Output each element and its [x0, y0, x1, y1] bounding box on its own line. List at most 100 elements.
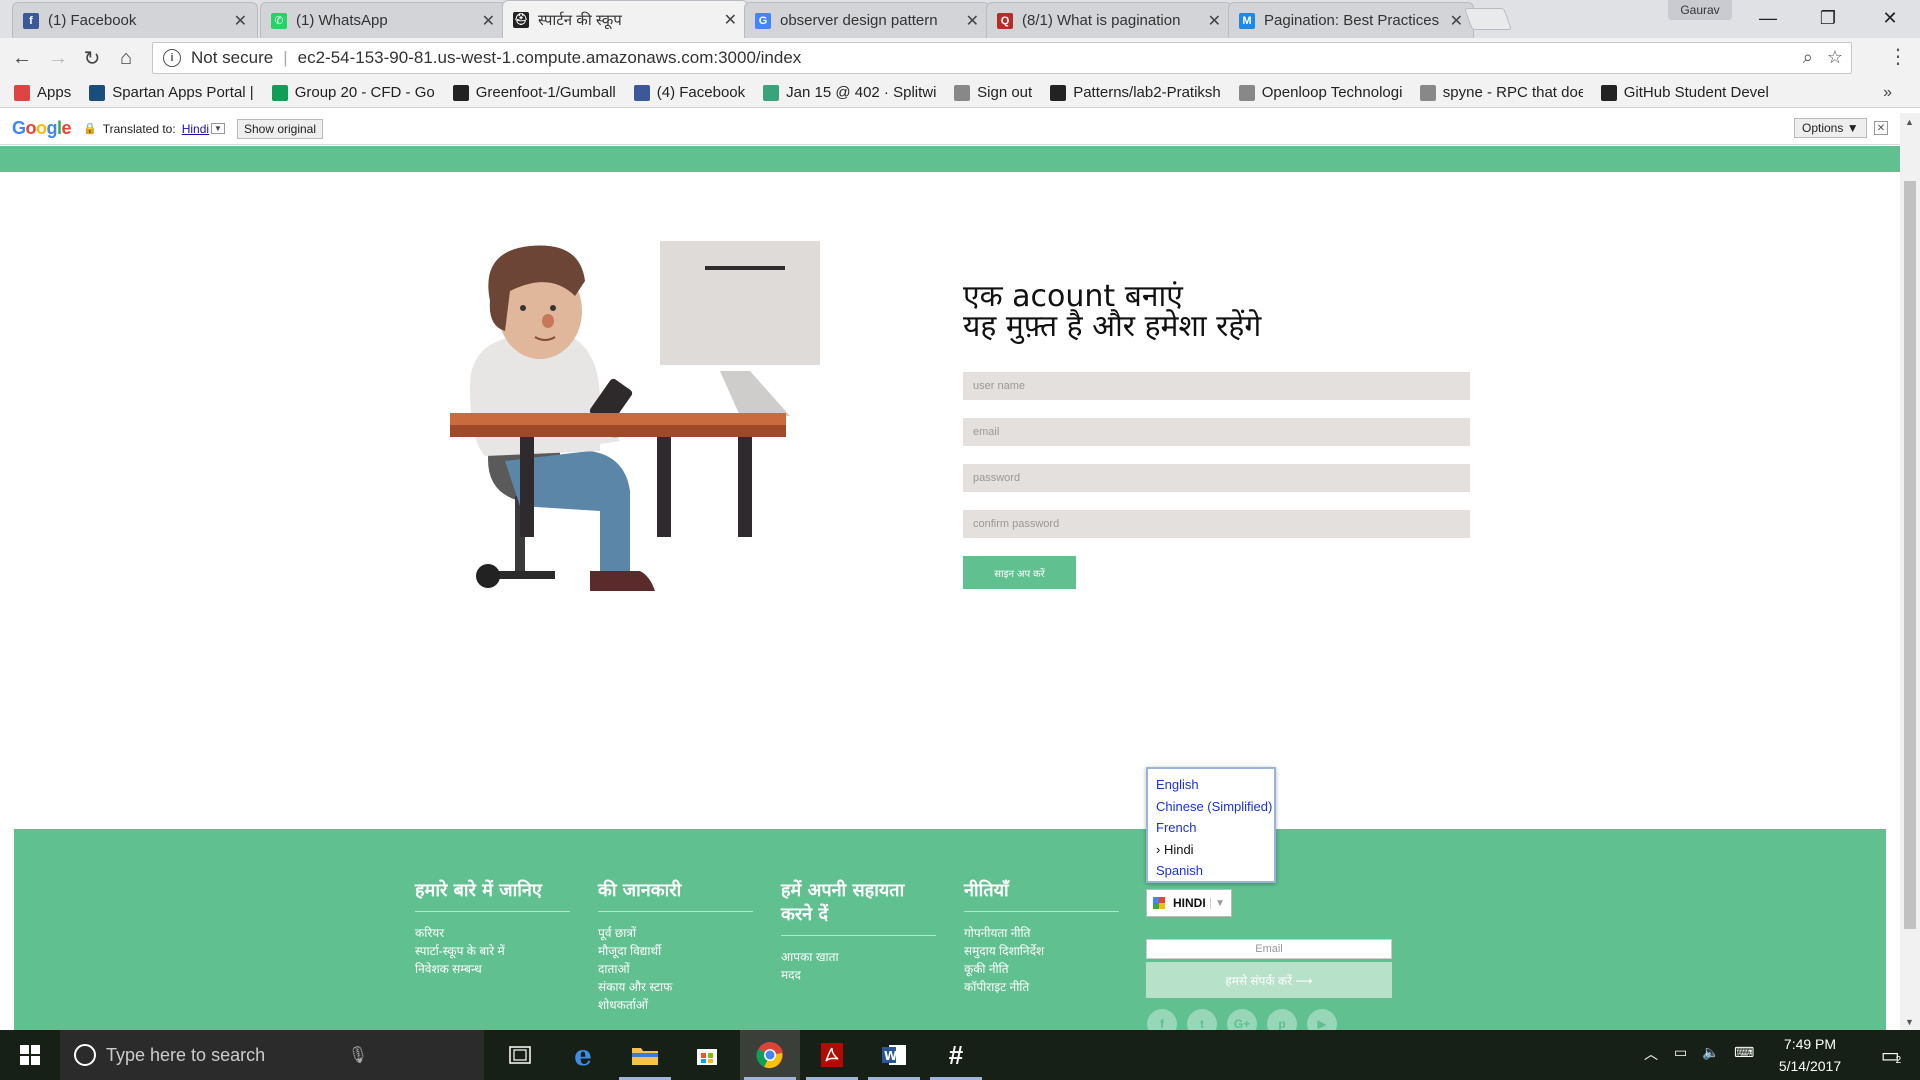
new-tab-button[interactable]: [1463, 8, 1513, 30]
browser-tab[interactable]: ✆ (1) WhatsApp ✕: [260, 2, 506, 38]
language-select[interactable]: HINDI ▼: [1146, 889, 1232, 917]
language-option[interactable]: Spanish: [1156, 860, 1274, 882]
url-separator: |: [283, 48, 288, 67]
microphone-icon[interactable]: 🎙: [348, 1045, 368, 1065]
home-icon[interactable]: ⌂: [112, 44, 140, 72]
close-icon[interactable]: ✕: [1874, 121, 1888, 135]
confirm-password-field[interactable]: confirm password: [963, 510, 1470, 538]
twitter-icon[interactable]: t: [1187, 1009, 1217, 1030]
password-field[interactable]: password: [963, 464, 1470, 492]
zoom-icon[interactable]: ⌕: [1803, 47, 1813, 68]
tab-close-icon[interactable]: ✕: [482, 11, 495, 31]
minimize-icon[interactable]: —: [1740, 0, 1796, 36]
tab-close-icon[interactable]: ✕: [966, 11, 979, 31]
bookmark-item[interactable]: Patterns/lab2-Pratiksh: [1050, 84, 1221, 101]
address-bar[interactable]: i Not secure | ec2-54-153-90-81.us-west-…: [152, 42, 1852, 74]
bookmark-item[interactable]: Greenfoot-1/Gumball: [452, 84, 616, 101]
slack-icon[interactable]: #: [926, 1030, 986, 1080]
footer-link[interactable]: पूर्व छात्रों: [598, 924, 753, 942]
bookmark-star-icon[interactable]: ☆: [1827, 47, 1843, 68]
volume-icon[interactable]: 🔈: [1702, 1044, 1719, 1061]
store-icon[interactable]: [677, 1030, 737, 1080]
newsletter-email-field[interactable]: Email: [1146, 939, 1392, 959]
footer-link[interactable]: गोपनीयता नीति: [964, 924, 1119, 942]
taskbar-clock[interactable]: 7:49 PM 5/14/2017: [1760, 1033, 1860, 1077]
forward-icon[interactable]: →: [44, 44, 72, 72]
page-scrollbar[interactable]: ▲ ▼: [1900, 113, 1920, 1030]
chevron-down-icon[interactable]: ▼: [211, 123, 225, 134]
browser-tab[interactable]: Gobserver design pattern ✕: [744, 2, 990, 38]
monitor-line: [705, 266, 785, 270]
word-icon[interactable]: W: [864, 1030, 924, 1080]
footer-link[interactable]: संकाय और स्टाफ: [598, 978, 753, 996]
close-window-icon[interactable]: ✕: [1862, 0, 1918, 36]
taskbar-search-box[interactable]: Type here to search 🎙: [60, 1030, 484, 1080]
bookmark-item[interactable]: Openloop Technologi: [1238, 84, 1402, 101]
chrome-icon[interactable]: [740, 1030, 800, 1080]
restore-icon[interactable]: ❐: [1800, 0, 1856, 36]
bookmark-item[interactable]: (4) Facebook: [633, 84, 745, 101]
translated-to-label: Translated to:: [102, 121, 176, 136]
action-center-icon[interactable]: ▭ 2: [1862, 1030, 1920, 1080]
signup-button[interactable]: साइन अप करें: [963, 556, 1076, 589]
language-option[interactable]: French: [1156, 817, 1274, 839]
language-option[interactable]: Chinese (Simplified): [1156, 796, 1274, 818]
bookmark-item[interactable]: Sign out: [954, 84, 1032, 101]
language-option[interactable]: English: [1156, 774, 1274, 796]
language-option[interactable]: › Hindi: [1156, 839, 1274, 861]
bookmark-item[interactable]: spyne - RPC that does: [1419, 84, 1583, 101]
tab-close-icon[interactable]: ✕: [1208, 11, 1221, 31]
info-icon[interactable]: i: [163, 49, 181, 67]
reload-icon[interactable]: ↻: [78, 44, 106, 72]
footer-link[interactable]: कूकी नीति: [964, 960, 1119, 978]
pinterest-icon[interactable]: p: [1267, 1009, 1297, 1030]
browser-tab[interactable]: f (1) Facebook ✕: [12, 2, 258, 38]
windows-start-icon[interactable]: [0, 1030, 60, 1080]
bookmark-item[interactable]: Spartan Apps Portal |: [89, 84, 254, 101]
footer-link[interactable]: मदद: [781, 966, 936, 984]
footer-link[interactable]: शोधकर्ताओं: [598, 996, 753, 1014]
google-plus-icon[interactable]: G+: [1227, 1009, 1257, 1030]
task-view-icon[interactable]: [490, 1030, 550, 1080]
battery-icon[interactable]: ▭: [1674, 1044, 1687, 1061]
footer-link[interactable]: निवेशक सम्बन्ध: [415, 960, 570, 978]
username-field[interactable]: user name: [963, 372, 1470, 400]
show-hidden-icons-icon[interactable]: ︿: [1644, 1044, 1658, 1064]
bookmarks-overflow-icon[interactable]: »: [1883, 84, 1892, 102]
keyboard-icon[interactable]: ⌨: [1734, 1044, 1754, 1061]
show-original-button[interactable]: Show original: [236, 118, 324, 139]
footer-link[interactable]: दाताओं: [598, 960, 753, 978]
footer-link[interactable]: मौजूदा विद्यार्थी: [598, 942, 753, 960]
browser-tab[interactable]: ⛑ स्पार्टन की स्कूप ✕: [502, 0, 748, 38]
footer-link[interactable]: समुदाय दिशानिर्देश: [964, 942, 1119, 960]
acrobat-icon[interactable]: [802, 1030, 862, 1080]
edge-icon[interactable]: e: [553, 1030, 613, 1080]
scroll-up-icon[interactable]: ▲: [1905, 117, 1914, 127]
bookmark-item[interactable]: GitHub Student Devel: [1600, 84, 1769, 101]
chrome-menu-icon[interactable]: ⋮: [1888, 44, 1908, 69]
file-explorer-icon[interactable]: [615, 1030, 675, 1080]
bookmark-item[interactable]: Apps: [14, 84, 71, 101]
email-field[interactable]: email: [963, 418, 1470, 446]
browser-tab[interactable]: Q (8/1) What is pagination ✕: [986, 2, 1232, 38]
footer-link[interactable]: आपका खाता: [781, 948, 936, 966]
tab-close-icon[interactable]: ✕: [1450, 11, 1463, 31]
back-icon[interactable]: ←: [8, 44, 36, 72]
bookmark-item[interactable]: Group 20 - CFD - Goo: [271, 84, 435, 101]
footer-link[interactable]: करियर: [415, 924, 570, 942]
translate-options-button[interactable]: Options ▼: [1794, 118, 1867, 138]
tab-close-icon[interactable]: ✕: [724, 10, 737, 30]
scroll-down-icon[interactable]: ▼: [1905, 1017, 1914, 1027]
url-text[interactable]: ec2-54-153-90-81.us-west-1.compute.amazo…: [298, 48, 802, 68]
profile-button[interactable]: Gaurav: [1668, 0, 1732, 20]
facebook-icon[interactable]: f: [1147, 1009, 1177, 1030]
contact-us-button[interactable]: हमसे संपर्क करें ⟶: [1146, 962, 1392, 998]
tab-close-icon[interactable]: ✕: [234, 11, 247, 31]
scrollbar-thumb[interactable]: [1904, 181, 1916, 929]
browser-tab[interactable]: M Pagination: Best Practices ✕: [1228, 2, 1474, 38]
translate-language-link[interactable]: Hindi: [182, 122, 209, 136]
footer-link[interactable]: कॉपीराइट नीति: [964, 978, 1119, 996]
youtube-icon[interactable]: ▶: [1307, 1009, 1337, 1030]
footer-link[interactable]: स्पार्टा-स्कूप के बारे में: [415, 942, 570, 960]
bookmark-item[interactable]: Jan 15 @ 402 · Splitwi: [763, 84, 936, 101]
